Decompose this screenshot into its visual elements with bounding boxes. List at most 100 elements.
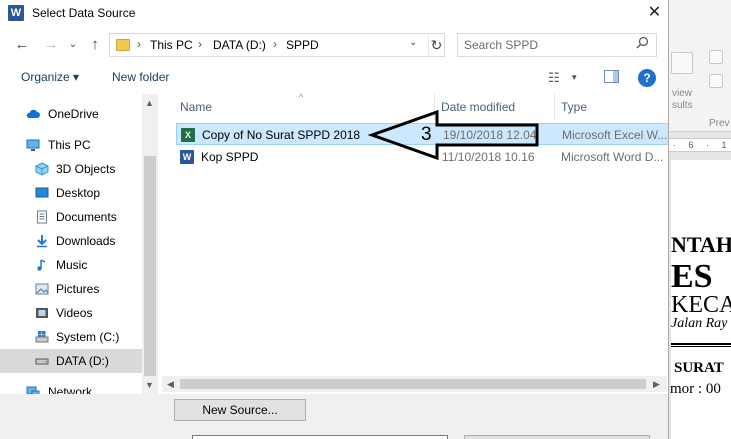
open-button[interactable] (464, 435, 650, 439)
refresh-icon[interactable]: ↻ (428, 35, 444, 55)
sidebar-item-onedrive[interactable]: OneDrive (0, 102, 142, 126)
sidebar-item-label: Music (56, 258, 88, 272)
sidebar-item-label: Downloads (56, 234, 116, 248)
file-type: Microsoft Word D... (561, 150, 664, 164)
breadcrumb-separator: › (273, 37, 277, 51)
column-divider[interactable] (554, 94, 555, 120)
background-ruler: · 6 · 1 (669, 138, 731, 152)
file-date: 11/10/2018 10.16 (442, 150, 535, 164)
sidebar-item-downloads[interactable]: Downloads (0, 229, 142, 253)
word-file-icon: W (180, 150, 194, 164)
document-line: NTAH (671, 232, 731, 257)
dialog-footer: New Source... (0, 394, 668, 439)
breadcrumb-this-pc[interactable]: This PC (150, 38, 193, 52)
background-ribbon: view sults Prev (669, 0, 731, 132)
view-options-icon[interactable]: ☷ (548, 70, 560, 86)
word-app-icon: W (8, 5, 24, 21)
sidebar-item-videos[interactable]: Videos (0, 301, 142, 325)
sidebar-item-label: System (C:) (56, 330, 120, 344)
breadcrumb-sppd[interactable]: SPPD (286, 38, 319, 52)
document-divider (671, 343, 731, 347)
search-icon[interactable] (636, 36, 649, 49)
breadcrumb-separator: › (198, 37, 202, 51)
back-button[interactable]: ← (11, 34, 33, 56)
breadcrumb-data-drive[interactable]: DATA (D:) (213, 38, 266, 52)
search-box[interactable] (457, 33, 657, 57)
horizontal-scrollbar[interactable]: ◀ ▶ (162, 376, 667, 392)
scrollbar-thumb[interactable] (144, 156, 156, 376)
sidebar-item-label: This PC (48, 138, 91, 152)
find-recipient-icon (709, 74, 723, 88)
organize-button[interactable]: Organize ▾ (21, 70, 79, 84)
file-name: Kop SPPD (201, 150, 259, 164)
excel-file-icon: X (181, 128, 195, 142)
select-data-source-dialog: W Select Data Source ✕ ← → ⌄ ↑ › This PC… (0, 0, 669, 439)
file-name-field[interactable] (192, 435, 448, 439)
navigation-scrollbar[interactable]: ▲ ▼ (142, 94, 158, 394)
background-document-page: NTAH ES KECA Jalan Ray SURAT mor : 00 (670, 160, 731, 439)
scrollbar-thumb[interactable] (180, 379, 646, 389)
chevron-down-icon[interactable]: ⌄ (409, 37, 417, 48)
new-source-button[interactable]: New Source... (174, 399, 306, 421)
sidebar-item-music[interactable]: Music (0, 253, 142, 277)
download-icon (37, 235, 47, 248)
new-folder-button[interactable]: New folder (112, 70, 169, 84)
address-bar[interactable]: › This PC › DATA (D:) › SPPD ⌄ ↻ (109, 33, 445, 57)
ribbon-text: view (672, 88, 693, 99)
file-name: Copy of No Surat SPPD 2018 (202, 128, 361, 142)
column-header-name[interactable]: Name (180, 100, 212, 114)
sidebar-item-label: DATA (D:) (56, 354, 109, 368)
document-line: ES (671, 258, 713, 295)
scroll-down-icon[interactable]: ▼ (145, 380, 154, 390)
up-button[interactable]: ↑ (84, 34, 106, 56)
sidebar-item-label: Documents (56, 210, 117, 224)
sidebar-item-network[interactable]: Network (0, 380, 142, 394)
scroll-right-icon[interactable]: ▶ (653, 379, 660, 390)
sidebar-item-label: Videos (56, 306, 93, 320)
document-icon (37, 210, 47, 224)
column-header-type[interactable]: Type (561, 100, 587, 114)
desktop-icon (35, 187, 49, 198)
sidebar-item-desktop[interactable]: Desktop (0, 181, 142, 205)
annotation-number: 3 (421, 124, 432, 145)
sort-ascending-icon: ^ (299, 92, 304, 102)
picture-icon (35, 283, 49, 295)
folder-icon (116, 39, 130, 51)
command-toolbar: Organize ▾ New folder ☷ ▾ ? (0, 64, 668, 92)
help-icon[interactable]: ? (638, 69, 656, 87)
document-line: KECA (671, 292, 731, 318)
navigation-pane: OneDrive This PC 3D Objects Desktop Docu… (0, 94, 160, 394)
sidebar-item-label: 3D Objects (56, 162, 116, 176)
column-divider[interactable] (434, 94, 435, 120)
recent-locations-button[interactable]: ⌄ (62, 34, 84, 56)
music-icon (37, 259, 46, 271)
window-title: Select Data Source (32, 6, 136, 20)
scroll-left-icon[interactable]: ◀ (167, 379, 174, 390)
sidebar-item-system-c[interactable]: System (C:) (0, 325, 142, 349)
background-word-window: view sults Prev · 6 · 1 NTAH ES KECA Jal… (669, 0, 731, 439)
search-input[interactable] (464, 37, 624, 53)
column-header-date[interactable]: Date modified (441, 100, 515, 114)
close-button[interactable]: ✕ (640, 0, 668, 26)
file-type: Microsoft Excel W... (562, 128, 668, 142)
sidebar-item-3d-objects[interactable]: 3D Objects (0, 157, 142, 181)
scroll-up-icon[interactable]: ▲ (145, 98, 154, 108)
sidebar-item-label: Desktop (56, 186, 101, 200)
file-row[interactable]: W Kop SPPD 11/10/2018 10.16 Microsoft Wo… (176, 146, 668, 168)
breadcrumb-separator: › (137, 37, 141, 51)
view-dropdown-icon[interactable]: ▾ (572, 72, 577, 83)
forward-button[interactable]: → (40, 34, 62, 56)
navigation-bar: ← → ⌄ ↑ › This PC › DATA (D:) › SPPD ⌄ ↻ (0, 30, 668, 60)
ribbon-text: sults (672, 100, 693, 111)
ribbon-text: Prev (709, 118, 730, 129)
cube-icon (35, 162, 49, 176)
sidebar-item-data-d[interactable]: DATA (D:) (0, 349, 142, 373)
sidebar-item-pictures[interactable]: Pictures (0, 277, 142, 301)
title-bar: W Select Data Source ✕ (0, 0, 668, 26)
sidebar-item-documents[interactable]: Documents (0, 205, 142, 229)
sidebar-item-label: OneDrive (48, 107, 99, 121)
drive-icon (35, 358, 49, 365)
preview-pane-icon[interactable] (604, 70, 619, 83)
sidebar-item-this-pc[interactable]: This PC (0, 133, 142, 157)
sidebar-item-label: Pictures (56, 282, 100, 296)
